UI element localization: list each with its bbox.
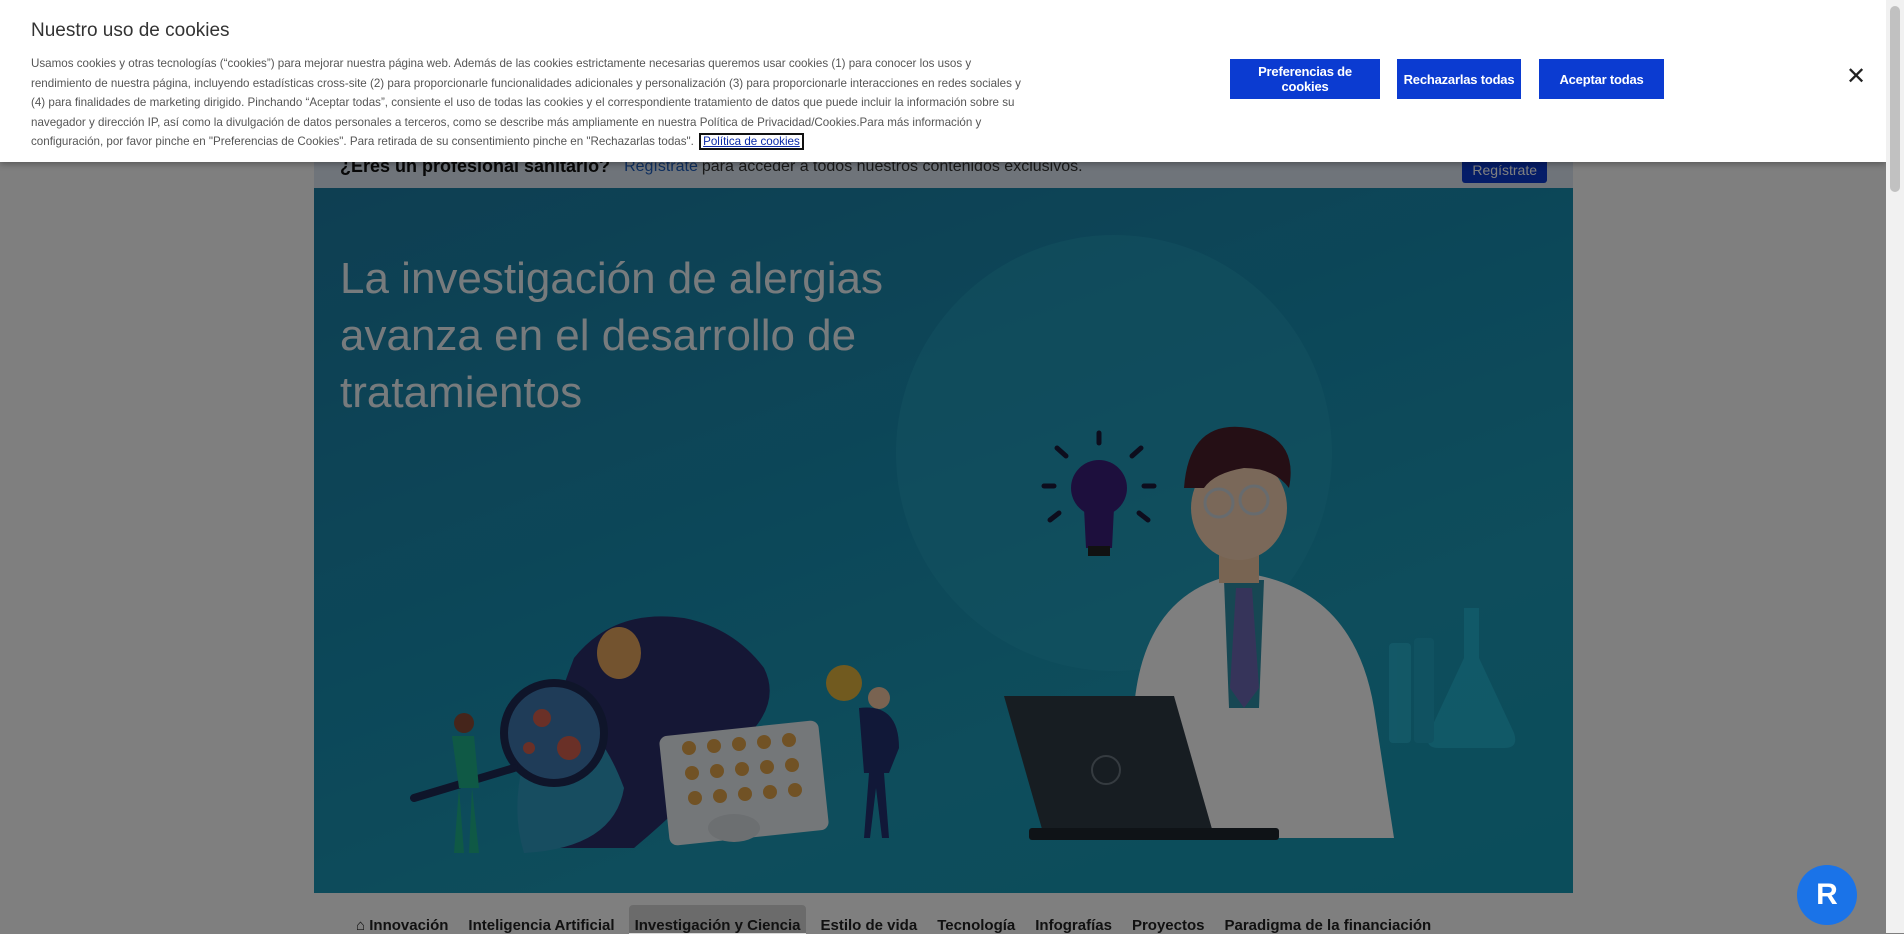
cookie-banner: Nuestro uso de cookies Usamos cookies y … — [0, 0, 1886, 162]
cookie-banner-title: Nuestro uso de cookies — [31, 20, 230, 41]
cookie-preferences-button[interactable]: Preferencias de cookies — [1230, 59, 1380, 99]
cookie-banner-body: Usamos cookies y otras tecnologías (“coo… — [31, 57, 1021, 149]
vertical-scrollbar[interactable] — [1886, 0, 1904, 933]
reject-all-button[interactable]: Rechazarlas todas — [1397, 59, 1521, 99]
close-icon[interactable]: ✕ — [1845, 65, 1867, 89]
cookie-banner-text: Usamos cookies y otras tecnologías (“coo… — [31, 54, 1021, 152]
assistant-fab-button[interactable]: R — [1797, 865, 1857, 925]
scrollbar-thumb[interactable] — [1890, 6, 1900, 192]
accept-all-button[interactable]: Aceptar todas — [1539, 59, 1664, 99]
assistant-icon: R — [1816, 878, 1838, 911]
cookie-policy-link[interactable]: Política de cookies — [699, 133, 804, 151]
